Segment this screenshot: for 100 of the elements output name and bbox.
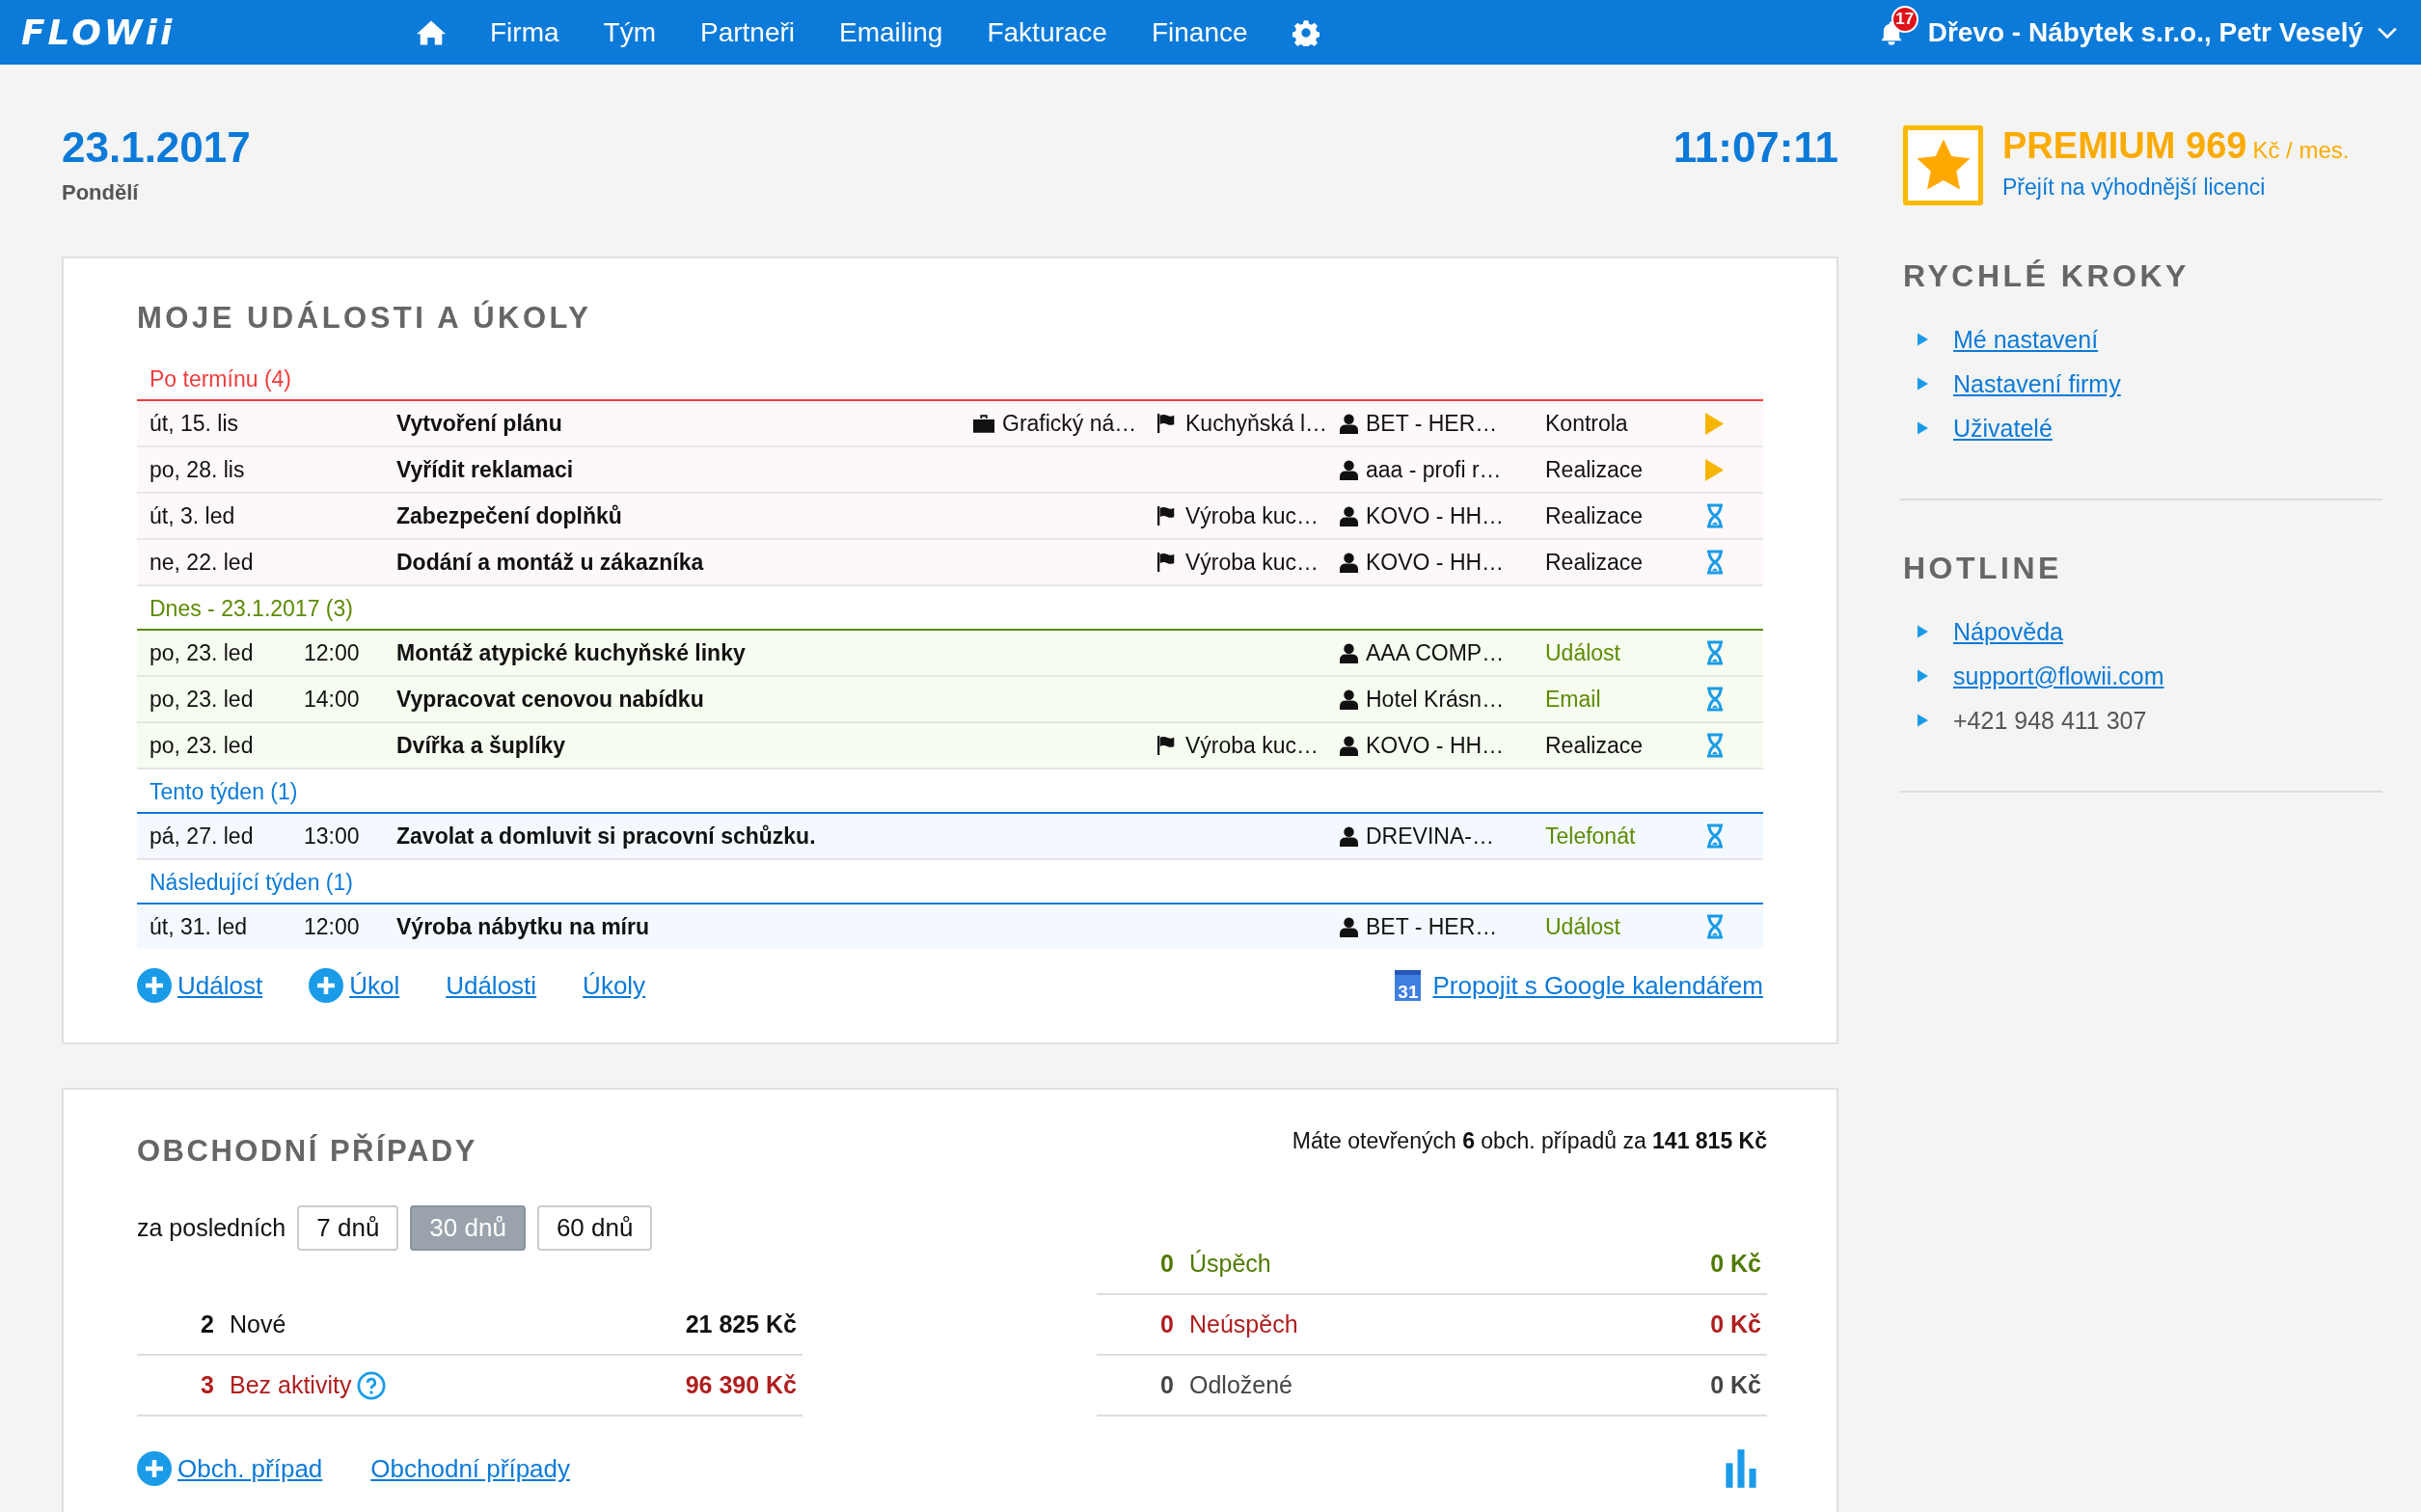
type-cell-text: Realizace	[1545, 549, 1644, 576]
event-row[interactable]: ne, 22. led Dodání a montáž u zákazníka Výroba kuc… KOVO - HH… Realizace	[137, 540, 1763, 586]
event-row[interactable]: út, 31. led 12:00 Výroba nábytku na míru BET - HER… Událost	[137, 904, 1763, 949]
deal-cell: Výroba kuc…	[1185, 732, 1319, 759]
contact-cell: DREVINA-…	[1366, 823, 1494, 850]
link[interactable]: Nápověda	[1953, 617, 2063, 646]
period-label: za posledních	[137, 1214, 286, 1242]
time-cell-text: 14:00	[304, 686, 361, 713]
google-calendar-link[interactable]: Propojit s Google kalendářem	[1432, 970, 1763, 1001]
type-cell-text: Email	[1545, 686, 1602, 713]
home-icon[interactable]	[417, 18, 446, 46]
link[interactable]: Uživatelé	[1953, 414, 2053, 443]
type-cell-text: Realizace	[1545, 732, 1644, 759]
contact-cell: KOVO - HH…	[1366, 502, 1505, 529]
link[interactable]: Obchodní případy	[370, 1453, 570, 1484]
amount: 0 Kč	[1710, 1250, 1761, 1278]
link[interactable]: Události	[446, 970, 537, 1001]
amount: 0 Kč	[1710, 1371, 1761, 1399]
nav-link[interactable]: Firma	[490, 16, 559, 48]
period-button[interactable]: 30 dnů	[410, 1205, 526, 1251]
nav-link[interactable]: Finance	[1151, 16, 1248, 48]
weekday: Pondělí	[62, 180, 140, 205]
person-icon	[1340, 459, 1358, 480]
plus-icon[interactable]	[137, 1451, 172, 1486]
section-title: HOTLINE	[1903, 551, 2063, 586]
stat-label: Nové	[230, 1310, 286, 1338]
event-title: Vytvoření plánu	[396, 410, 563, 437]
event-row[interactable]: út, 3. led Zabezpečení doplňků Výroba kuc… KOVO - HH… Realizace	[137, 494, 1763, 540]
count: 3	[200, 1371, 214, 1399]
amount: 21 825 Kč	[685, 1310, 797, 1338]
type-cell-text: Událost	[1545, 913, 1621, 940]
date-cell-text: po, 23. led	[150, 732, 255, 759]
date-cell-text: po, 28. lis	[150, 456, 246, 483]
link[interactable]: Událost	[177, 970, 263, 1001]
plus-icon[interactable]	[137, 968, 172, 1003]
contact-cell: KOVO - HH…	[1366, 549, 1505, 576]
event-row[interactable]: po, 23. led 12:00 Montáž atypické kuchyňské linky AAA COMP… Událost	[137, 631, 1763, 677]
project-cell: Grafický ná…	[1002, 410, 1137, 437]
person-icon	[1340, 552, 1358, 573]
settings-icon[interactable]	[1292, 18, 1319, 46]
type-cell-text: Realizace	[1545, 456, 1644, 483]
link[interactable]: support@flowii.com	[1953, 662, 2164, 690]
link[interactable]: Úkol	[349, 970, 400, 1001]
contact-cell: BET - HER…	[1366, 410, 1498, 437]
nav-link[interactable]: Partneři	[700, 16, 796, 48]
bullet-icon	[1918, 333, 1928, 346]
clock: 11:07:11	[1673, 126, 1838, 173]
help-icon[interactable]	[357, 1370, 387, 1400]
contact-cell: AAA COMP…	[1366, 639, 1505, 666]
count: 2	[200, 1310, 214, 1338]
plan-price: PREMIUM 969	[2002, 125, 2247, 166]
person-icon	[1340, 916, 1358, 937]
nav-link[interactable]: Emailing	[839, 16, 943, 48]
stat-label: Neúspěch	[1189, 1310, 1298, 1338]
type-cell-text: Realizace	[1545, 502, 1644, 529]
event-title: Dodání a montáž u zákazníka	[396, 549, 705, 576]
date: 23.1.2017	[62, 126, 251, 169]
contact-cell: aaa - profi r…	[1366, 456, 1502, 483]
chevron-down-icon	[2377, 25, 2398, 40]
section-title: OBCHODNÍ PŘÍPADY	[137, 1134, 477, 1169]
contact-cell: KOVO - HH…	[1366, 732, 1505, 759]
price-unit: Kč / mes.	[2252, 137, 2350, 163]
upgrade-link[interactable]: Přejít na výhodnější licenci	[2002, 175, 2266, 201]
deal-cell: Výroba kuc…	[1185, 502, 1319, 529]
nav-link[interactable]: Fakturace	[987, 16, 1107, 48]
bar-chart-icon[interactable]	[1725, 1449, 1757, 1488]
person-icon	[1340, 505, 1358, 526]
event-row[interactable]: pá, 27. led 13:00 Zavolat a domluvit si pracovní schůzku. DREVINA-… Telefonát	[137, 814, 1763, 860]
event-row[interactable]: po, 28. lis Vyřídit reklamaci aaa - profi r… Realizace	[137, 447, 1763, 494]
briefcase-icon	[973, 414, 994, 433]
phone-number: +421 948 411 307	[1953, 706, 2147, 735]
time-cell-text: 12:00	[304, 913, 361, 940]
period-button[interactable]: 60 dnů	[536, 1205, 653, 1251]
person-icon	[1340, 413, 1358, 434]
count: 0	[1159, 1310, 1174, 1338]
event-title: Zavolat a domluvit si pracovní schůzku.	[396, 823, 817, 850]
person-icon	[1340, 735, 1358, 756]
link[interactable]: Úkoly	[583, 970, 646, 1001]
link[interactable]: Nastavení firmy	[1953, 369, 2121, 398]
date-cell-text: po, 23. led	[150, 639, 255, 666]
link[interactable]: Obch. případ	[177, 1453, 323, 1484]
time-cell-text: 13:00	[304, 823, 361, 850]
nav-link[interactable]: Tým	[603, 16, 656, 48]
bullet-icon	[1918, 377, 1928, 391]
count: 0	[1159, 1371, 1174, 1399]
plus-icon[interactable]	[309, 968, 344, 1003]
period-button[interactable]: 7 dnů	[297, 1205, 399, 1251]
event-title: Vypracovat cenovou nabídku	[396, 686, 705, 713]
contact-cell: Hotel Krásn…	[1366, 686, 1505, 713]
account-menu[interactable]: Dřevo - Nábytek s.r.o., Petr Veselý	[1927, 16, 2363, 48]
event-title: Výroba nábytku na míru	[396, 913, 650, 940]
count: 0	[1159, 1250, 1174, 1278]
event-row[interactable]: po, 23. led Dvířka a šuplíky Výroba kuc… KOVO - HH… Realizace	[137, 723, 1763, 770]
time-cell-text: 12:00	[304, 639, 361, 666]
amount: 0 Kč	[1710, 1310, 1761, 1338]
calendar-icon: 31	[1395, 970, 1422, 1001]
logo: FLOWii	[21, 13, 177, 52]
event-row[interactable]: út, 15. lis Vytvoření plánu Grafický ná… Kuchyňská l… BET - HER… Kontrola	[137, 401, 1763, 447]
link[interactable]: Mé nastavení	[1953, 325, 2099, 354]
event-row[interactable]: po, 23. led 14:00 Vypracovat cenovou nabídku Hotel Krásn… Email	[137, 677, 1763, 723]
